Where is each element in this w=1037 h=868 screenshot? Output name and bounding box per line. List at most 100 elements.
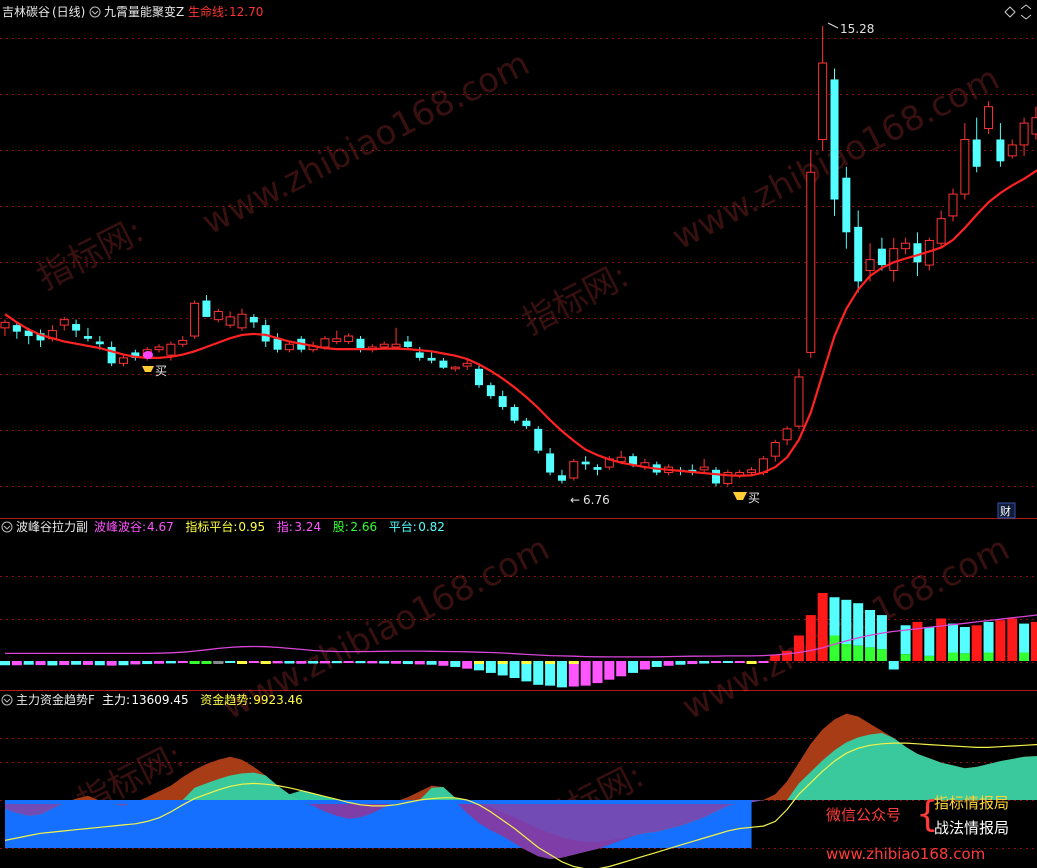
oscillator-bar [130, 661, 141, 665]
oscillator-bar [462, 661, 473, 669]
oscillator-bar [0, 661, 10, 666]
bar-down [521, 661, 532, 682]
candle-body [166, 343, 176, 356]
bar-cap [201, 661, 212, 664]
candle-body [877, 248, 886, 266]
life-line-label: 生命线: [188, 4, 228, 19]
finance-badge-label[interactable]: 财 [1000, 504, 1011, 518]
oscillator-bar [556, 661, 567, 688]
candle [794, 368, 804, 429]
oscillator-bar [687, 661, 698, 665]
oscillator-bar [142, 661, 153, 665]
oscillator-bar [11, 661, 22, 666]
bar-cap [189, 661, 200, 664]
bar-up [1007, 618, 1018, 661]
candle-body [284, 343, 294, 351]
oscillator-bar [497, 661, 508, 676]
bar-down [154, 661, 165, 664]
oscillator-bar [616, 661, 627, 677]
oscillator-bar [782, 650, 793, 661]
candle-body [1031, 117, 1037, 135]
candle-body [842, 177, 851, 233]
oscillator-bar [272, 661, 283, 664]
panel2-name[interactable]: 波峰谷拉力副 [16, 519, 88, 534]
oscillator-bar [450, 661, 461, 667]
candle-body [391, 343, 401, 348]
bar-down [533, 661, 544, 685]
bar-down [758, 661, 769, 663]
panel3-header: 主力资金趋势F 主力: 13609.45 资金趋势: 9923.46 [1, 692, 303, 707]
oscillator-bar [260, 661, 271, 664]
oscillator-bar [154, 661, 165, 664]
bar-down [402, 661, 413, 665]
panel2-item-value: 2.66 [350, 520, 377, 534]
finance-badge[interactable]: 财 [997, 502, 1016, 519]
oscillator-bar [47, 661, 58, 666]
oscillator-bar [355, 661, 366, 664]
bar-up [971, 625, 982, 661]
panel2-item-value: 0.82 [418, 520, 445, 534]
candle-body [569, 461, 579, 479]
bar-down [888, 661, 899, 670]
bar-up [959, 627, 970, 654]
bar-down [319, 661, 330, 664]
bar-down [568, 661, 579, 687]
oscillator-bar [936, 618, 947, 661]
bar-base [841, 644, 852, 661]
bar-cap [213, 661, 224, 664]
oscillator-bar [402, 661, 413, 665]
promo-wechat: 微信公众号 [826, 806, 901, 824]
bar-down [130, 661, 141, 665]
bar-base [948, 652, 958, 661]
oscillator-bar [1007, 618, 1018, 661]
bar-base [983, 652, 994, 661]
candle-body [854, 226, 863, 282]
oscillator-bar [876, 615, 887, 661]
oscillator-bar [948, 623, 958, 661]
stock-name: 吉林碳谷 [2, 5, 50, 19]
oscillator-bar [474, 661, 484, 671]
candle-body [213, 310, 223, 321]
oscillator-bar [639, 661, 650, 670]
bar-base [865, 647, 876, 661]
bar-base [924, 655, 935, 661]
bar-up [793, 635, 804, 661]
oscillator-bar [94, 661, 105, 666]
oscillator-bar [213, 661, 224, 664]
bar-down [0, 661, 10, 666]
oscillator-bar [319, 661, 330, 664]
indicator-name[interactable]: 九霄量能聚变Z [104, 4, 184, 19]
stock-chart: www.zhibiao168.com 指标网: www.zhibiao168.c… [0, 0, 1037, 868]
oscillator-bar [438, 661, 449, 666]
bar-down [450, 661, 461, 667]
low-arrow: ← [570, 493, 580, 507]
candle-body [261, 325, 270, 342]
bar-down [106, 661, 117, 666]
panel3-name[interactable]: 主力资金趋势F [16, 692, 95, 707]
bar-down [71, 661, 82, 665]
candle-body [427, 357, 436, 361]
panel2-item-label: 指: [277, 519, 293, 534]
oscillator-bar [580, 661, 591, 686]
candle-body [818, 62, 828, 140]
promo-line1: 指标情报局 [934, 794, 1009, 812]
candle-body [450, 366, 460, 370]
candle-body [534, 428, 543, 451]
bar-base [1019, 652, 1030, 661]
bar-down [734, 661, 745, 663]
bar-down [580, 661, 591, 686]
candle-body [190, 302, 200, 337]
panel3-item-label: 主力: [102, 693, 130, 707]
oscillator-bar [177, 661, 188, 664]
candle-body [178, 339, 188, 345]
oscillator-bar [793, 635, 804, 661]
oscillator-bar [414, 661, 425, 665]
candle-body [889, 248, 899, 272]
bar-down [699, 661, 710, 664]
oscillator-bar [391, 661, 402, 664]
panel3-item-label: 资金趋势: [200, 692, 252, 707]
bar-up [995, 620, 1006, 661]
candle-body [237, 313, 247, 329]
negative-capital-edge [5, 800, 752, 804]
candle [569, 458, 579, 481]
